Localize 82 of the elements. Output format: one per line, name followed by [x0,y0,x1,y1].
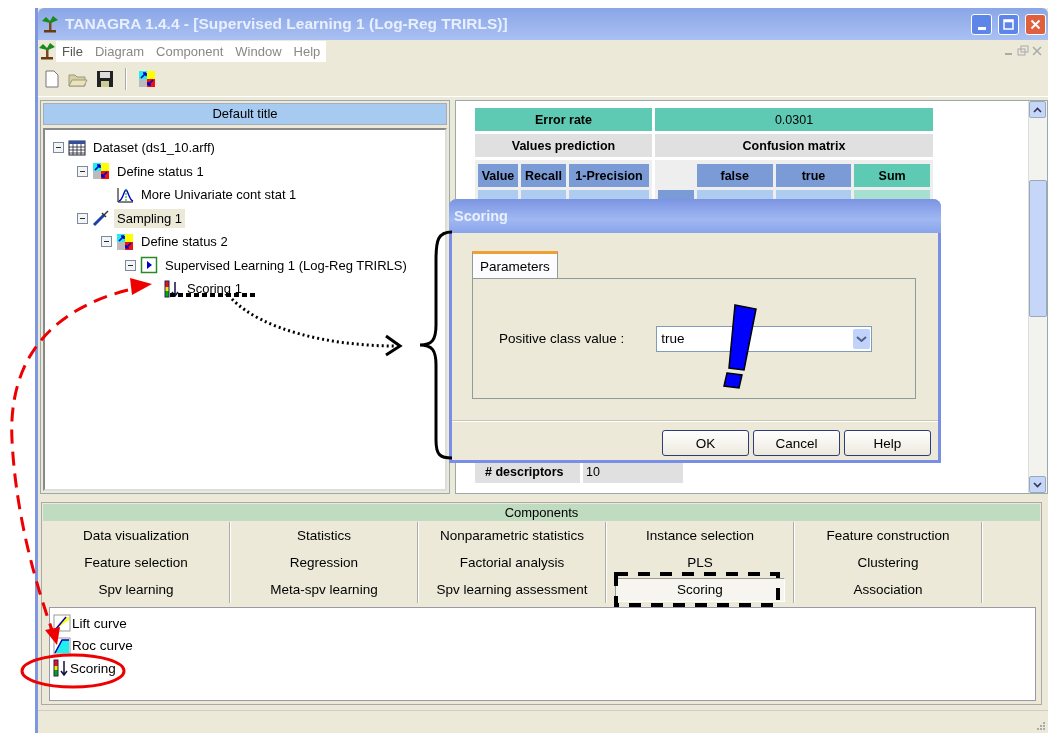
menu-item[interactable]: File [56,40,89,62]
play-icon [140,256,158,275]
column-header: Value [478,164,518,187]
scrollbar[interactable] [1028,101,1047,493]
syringe-icon [92,209,110,228]
resize-grip-icon [1034,719,1046,731]
tab[interactable]: Parameters [472,251,558,278]
tab[interactable]: Feature construction [826,525,950,546]
tree-item[interactable]: More Univariate cont stat 1 [138,185,300,205]
menu-item[interactable]: Help [287,40,327,62]
app-logo-icon [38,42,56,60]
tree-item[interactable]: Dataset (ds1_10.arff) [90,138,218,158]
tool-list-item[interactable]: Lift curve [72,615,127,631]
column-header: true [775,164,852,187]
maximize-button[interactable] [998,13,1019,35]
tab[interactable]: Clustering [857,552,919,573]
arrows-icon [92,162,110,181]
panel-title: Default title [43,103,447,125]
dialog-button[interactable]: OK [662,430,749,456]
tab[interactable]: Data visualization [83,525,189,546]
scrollbar-thumb[interactable] [1029,180,1047,317]
menu-item[interactable]: Window [229,40,288,62]
collapse-icon[interactable] [77,212,88,224]
tool-list-item[interactable]: Scoring [70,660,116,676]
bars-icon [164,279,180,298]
column-header: false [696,164,773,187]
table-header: Error rate [475,108,652,131]
table-cell: 0.0301 [655,108,933,131]
table-header: Confusion matrix [655,134,933,157]
table-icon [68,139,86,156]
scroll-down-button[interactable] [1029,476,1046,493]
tab[interactable]: Regression [289,552,359,573]
tab[interactable]: Spv learning [98,579,174,600]
save-icon[interactable] [96,70,114,88]
tree-item[interactable]: Define status 1 [114,161,207,181]
dialog-button[interactable]: Cancel [753,430,840,456]
column-header: Recall [521,164,566,187]
maximize-icon [1003,18,1014,30]
tab[interactable]: Meta-spv learning [270,579,378,600]
curve-icon [53,614,71,633]
close-icon [1030,18,1041,30]
tree-item[interactable]: Sampling 1 [114,208,186,228]
chart-icon [116,186,134,203]
dropdown-field[interactable]: true [656,325,873,352]
tab[interactable]: Factorial analysis [459,552,565,573]
tab[interactable]: Scoring [615,577,785,602]
app-logo-icon [41,15,59,33]
dialog-button[interactable]: Help [844,430,931,456]
collapse-icon[interactable] [77,165,88,177]
tab[interactable]: Spv learning assessment [436,579,588,600]
tree-item[interactable]: Scoring 1 [184,279,245,299]
dialog-title: Scoring [454,208,508,224]
tab[interactable]: Association [853,579,923,600]
collapse-icon[interactable] [101,236,112,248]
tab[interactable]: Statistics [297,525,351,546]
collapse-icon[interactable] [53,142,64,154]
tool-list-item[interactable]: Roc curve [72,638,133,654]
menu-item[interactable]: Component [150,40,230,62]
tab[interactable]: Instance selection [645,525,755,546]
menu-item[interactable]: Diagram [88,40,151,62]
minimize-button[interactable] [971,13,992,35]
arrows-icon[interactable] [138,70,156,88]
new-document-icon[interactable] [44,70,60,88]
column-header: Sum [854,164,930,187]
field-label: Positive class value : [499,331,625,346]
caret-icon[interactable] [853,328,871,349]
tab[interactable]: PLS [687,552,713,573]
table-header: Values prediction [475,134,652,157]
collapse-icon[interactable] [125,259,136,271]
minimize-icon [977,26,986,30]
window-title: TANAGRA 1.4.4 - [Supervised Learning 1 (Log-Reg TRIRLS)] [65,15,509,33]
tree-item[interactable]: Supervised Learning 1 (Log-Reg TRIRLS) [162,255,410,275]
curve-icon [53,636,71,655]
close-button[interactable] [1025,13,1046,35]
scroll-up-button[interactable] [1029,101,1046,118]
arrows-icon [116,232,134,251]
bars-icon [53,659,69,678]
column-header: 1-Precision [569,164,649,187]
tree-item[interactable]: Define status 2 [138,232,231,252]
tab[interactable]: Nonparametric statistics [439,525,584,546]
tab[interactable]: Feature selection [84,552,188,573]
panel-title: Components [43,504,1040,521]
